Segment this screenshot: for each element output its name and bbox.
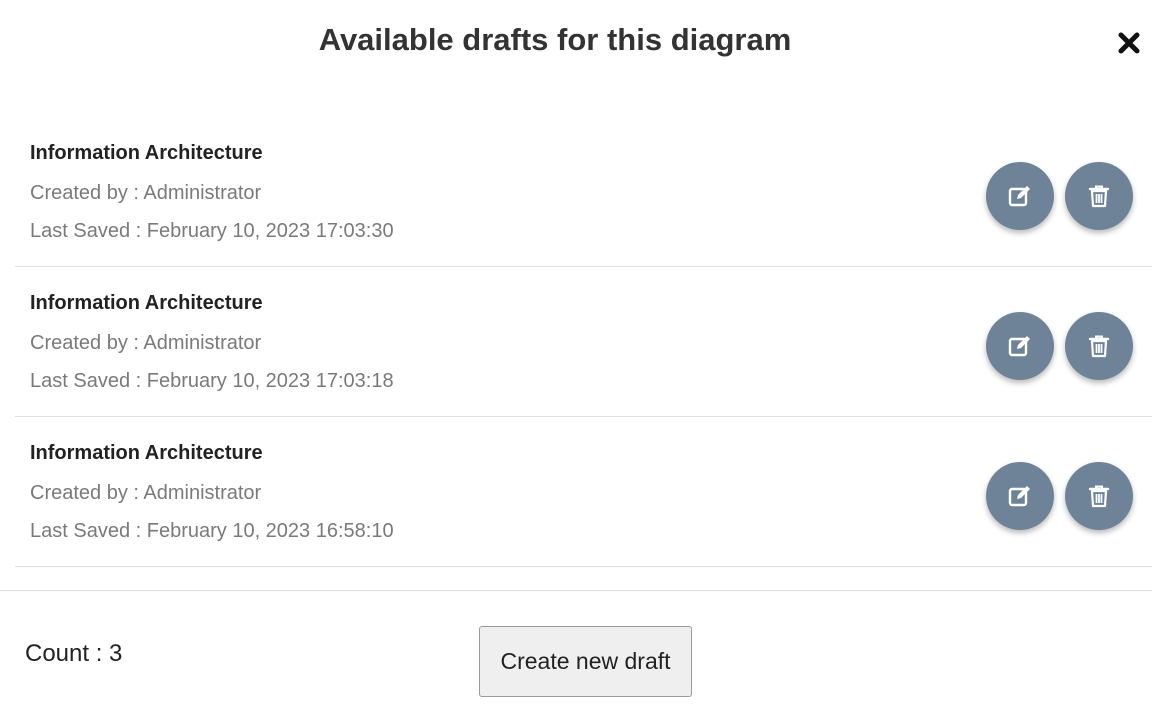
trash-icon bbox=[1088, 335, 1110, 358]
edit-draft-button[interactable] bbox=[986, 462, 1054, 530]
close-icon bbox=[1118, 32, 1140, 54]
draft-last-saved: Last Saved : February 10, 2023 17:03:18 bbox=[30, 370, 394, 392]
close-button[interactable] bbox=[1114, 28, 1144, 58]
edit-icon bbox=[1008, 186, 1030, 207]
drafts-modal: Available drafts for this diagram Inform… bbox=[0, 0, 1152, 705]
draft-name: Information Architecture bbox=[30, 292, 263, 314]
delete-draft-button[interactable] bbox=[1065, 312, 1133, 380]
create-new-draft-button[interactable]: Create new draft bbox=[479, 626, 692, 697]
draft-list: Information Architecture Created by : Ad… bbox=[15, 117, 1152, 567]
edit-draft-button[interactable] bbox=[986, 162, 1054, 230]
trash-icon bbox=[1088, 485, 1110, 508]
footer-divider bbox=[0, 590, 1152, 591]
delete-draft-button[interactable] bbox=[1065, 462, 1133, 530]
delete-draft-button[interactable] bbox=[1065, 162, 1133, 230]
draft-name: Information Architecture bbox=[30, 142, 263, 164]
trash-icon bbox=[1088, 185, 1110, 208]
draft-row: Information Architecture Created by : Ad… bbox=[15, 117, 1152, 267]
draft-name: Information Architecture bbox=[30, 442, 263, 464]
draft-created-by: Created by : Administrator bbox=[30, 332, 262, 354]
draft-created-by: Created by : Administrator bbox=[30, 482, 262, 504]
draft-count: Count : 3 bbox=[25, 640, 123, 667]
modal-title: Available drafts for this diagram bbox=[318, 22, 792, 57]
draft-created-by: Created by : Administrator bbox=[30, 182, 262, 204]
edit-draft-button[interactable] bbox=[986, 312, 1054, 380]
draft-row: Information Architecture Created by : Ad… bbox=[15, 267, 1152, 417]
draft-row: Information Architecture Created by : Ad… bbox=[15, 417, 1152, 567]
edit-icon bbox=[1008, 486, 1030, 507]
edit-icon bbox=[1008, 336, 1030, 357]
draft-last-saved: Last Saved : February 10, 2023 17:03:30 bbox=[30, 220, 394, 242]
draft-last-saved: Last Saved : February 10, 2023 16:58:10 bbox=[30, 520, 394, 542]
